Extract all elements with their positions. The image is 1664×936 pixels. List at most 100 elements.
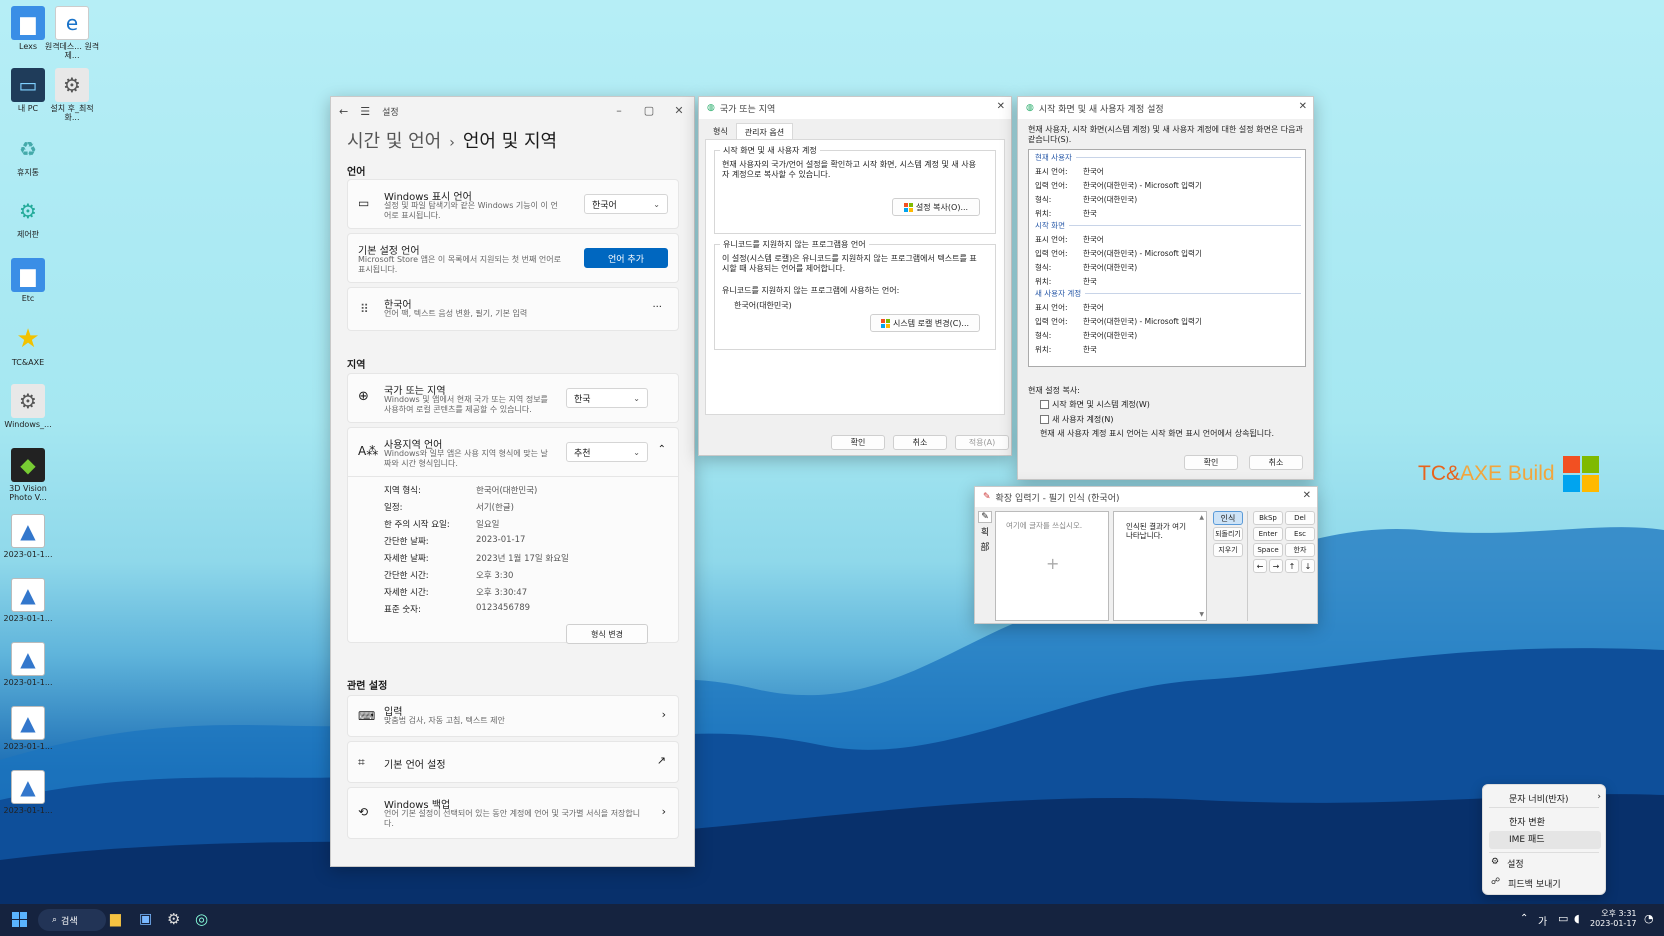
copy-settings-button[interactable]: 설정 복사(O)... [892, 198, 980, 216]
close-icon[interactable]: ✕ [664, 97, 694, 123]
start-button[interactable] [12, 912, 27, 927]
region-cancel-button[interactable]: 취소 [893, 435, 947, 450]
welcome-system-checkbox-row[interactable]: 시작 화면 및 시스템 계정(W) [1040, 399, 1150, 410]
globe-icon: ⊕ [358, 389, 369, 404]
settings-taskbar-icon[interactable]: ⚙ [167, 910, 180, 928]
summary-value: 한국어 [1083, 235, 1104, 244]
summary-key: 표시 언어: [1035, 167, 1068, 176]
hanja-key[interactable]: 한자 [1285, 543, 1315, 557]
region-apply-button[interactable]: 적용(A) [955, 435, 1009, 450]
image-file-icon: ▲ [11, 642, 45, 676]
desktop-icon-file-2[interactable]: ▲ 2023-01-1... [0, 578, 56, 623]
menu-item-hanja[interactable]: 한자 변환 [1509, 815, 1545, 828]
format-value: 오후 3:30 [476, 571, 514, 581]
desktop-icon-file-1[interactable]: ▲ 2023-01-1... [0, 514, 56, 559]
chevron-up-icon[interactable]: ⌃ [658, 444, 666, 455]
menu-item-feedback[interactable]: ☍ 피드백 보내기 [1491, 877, 1561, 890]
menu-item-ime-pad[interactable]: IME 패드 [1489, 831, 1601, 849]
back-arrow-icon[interactable]: ← [339, 105, 348, 118]
regional-format-select[interactable]: 추천 ⌄ [566, 442, 648, 462]
summary-key: 표시 언어: [1035, 235, 1068, 244]
new-user-checkbox-row[interactable]: 새 사용자 계정(N) [1040, 414, 1113, 425]
desktop-icon-file-4[interactable]: ▲ 2023-01-1... [0, 706, 56, 751]
undo-button[interactable]: 되돌리기 [1213, 527, 1243, 541]
inherit-note: 현재 새 사용자 계정 표시 언어는 시작 화면 표시 언어에서 상속됩니다. [1040, 429, 1275, 438]
folder-icon: ▆ [11, 258, 45, 292]
chevron-down-icon: ⌄ [633, 447, 640, 457]
recognize-button[interactable]: 인식 [1213, 511, 1243, 525]
stroke-tab[interactable]: 획 [978, 525, 992, 538]
network-icon[interactable]: ▭ [1558, 912, 1568, 925]
brand-amp: & [1446, 462, 1461, 485]
radical-tab[interactable]: 部 [978, 540, 992, 553]
checkbox[interactable] [1040, 400, 1049, 409]
app-taskbar-icon[interactable]: ◎ [195, 910, 208, 928]
desktop-icon-remote[interactable]: e 원격데스... 원격제... [44, 6, 100, 60]
ime-language-indicator[interactable]: 가 [1538, 913, 1547, 928]
region-ok-button[interactable]: 확인 [831, 435, 885, 450]
input-settings-card[interactable]: ⌨ 입력 맞춤법 검사, 자동 고침, 텍스트 제안 › [347, 695, 679, 737]
handwriting-canvas[interactable]: 여기에 글자를 쓰십시오. + [995, 511, 1109, 621]
desktop-icon-optimize[interactable]: ⚙ 설치 후_최적화... [44, 68, 100, 122]
summary-value: 한국어(대한민국) - Microsoft 입력기 [1083, 181, 1202, 190]
section-region: 지역 [347, 360, 366, 371]
image-viewer-icon[interactable]: ▣ [139, 911, 152, 927]
backspace-key[interactable]: BkSp [1253, 511, 1283, 525]
copy-cancel-button[interactable]: 취소 [1249, 455, 1303, 470]
right-arrow-key[interactable]: → [1269, 559, 1283, 573]
handwriting-tab-icon[interactable]: ✎ [978, 511, 992, 523]
delete-key[interactable]: Del [1285, 511, 1315, 525]
scroll-up-icon[interactable]: ▲ [1199, 514, 1204, 521]
menu-item-settings[interactable]: ⚙ 설정 [1491, 857, 1524, 870]
display-language-select[interactable]: 한국어 ⌄ [584, 194, 668, 214]
desktop-icon-windows-settings[interactable]: ⚙ Windows_... [0, 384, 56, 429]
region-dialog: ◍ 국가 또는 지역 ✕ 형식 관리자 옵션 시작 화면 및 새 사용자 계정 … [698, 96, 1012, 456]
volume-icon[interactable]: ◖ [1574, 912, 1580, 925]
admin-language-card[interactable]: ⌗ 기본 언어 설정 ↗ [347, 741, 679, 783]
close-icon[interactable]: ✕ [1299, 101, 1307, 112]
taskbar-search[interactable]: ⌕ 검색 [38, 909, 106, 931]
close-icon[interactable]: ✕ [997, 101, 1005, 112]
country-select[interactable]: 한국 ⌄ [566, 388, 648, 408]
desktop-icon-file-5[interactable]: ▲ 2023-01-1... [0, 770, 56, 815]
close-icon[interactable]: ✕ [1303, 490, 1311, 501]
drag-handle-icon[interactable]: ⠿ [360, 302, 369, 316]
checkbox[interactable] [1040, 415, 1049, 424]
ime-context-menu: 문자 너비(반자) › 한자 변환 IME 패드 ⚙ 설정 ☍ 피드백 보내기 [1482, 784, 1606, 895]
add-language-button[interactable]: 언어 추가 [584, 248, 668, 268]
more-options-icon[interactable]: ··· [652, 302, 662, 313]
clear-button[interactable]: 지우기 [1213, 543, 1243, 557]
file-explorer-icon[interactable]: ▆ [110, 911, 121, 927]
up-arrow-key[interactable]: ↑ [1285, 559, 1299, 573]
space-key[interactable]: Space [1253, 543, 1283, 557]
breadcrumb-parent[interactable]: 시간 및 언어 [347, 127, 441, 153]
change-format-button[interactable]: 형식 변경 [566, 624, 648, 644]
input-desc: 맞춤법 검사, 자동 고침, 텍스트 제안 [384, 716, 505, 725]
desktop-icon-3d-vision[interactable]: ◆ 3D Vision Photo V... [0, 448, 56, 502]
desktop-icon-control-panel[interactable]: ⚙ 제어판 [0, 194, 56, 240]
summary-key: 형식: [1035, 195, 1052, 204]
change-locale-button[interactable]: 시스템 로캘 변경(C)... [870, 314, 980, 332]
hamburger-menu-icon[interactable]: ☰ [360, 105, 370, 118]
menu-item-char-width[interactable]: 문자 너비(반자) › [1509, 792, 1601, 805]
desktop-icon-etc[interactable]: ▆ Etc [0, 258, 56, 303]
desktop-icon-tcaxe[interactable]: ★ TC&AXE [0, 322, 56, 368]
menu-item-label: 문자 너비(반자) [1509, 795, 1569, 805]
korean-language-card[interactable]: ⠿ 한국어 언어 팩, 텍스트 음성 변환, 필기, 기본 입력 ··· [347, 287, 679, 331]
scroll-down-icon[interactable]: ▼ [1199, 611, 1204, 618]
chevron-up-icon[interactable]: ⌃ [1520, 913, 1528, 924]
desktop-icon-recycle-bin[interactable]: ♻ 휴지통 [0, 132, 56, 178]
maximize-icon[interactable]: ▢ [634, 97, 664, 123]
down-arrow-key[interactable]: ↓ [1301, 559, 1315, 573]
left-arrow-key[interactable]: ← [1253, 559, 1267, 573]
copy-ok-button[interactable]: 확인 [1184, 455, 1238, 470]
enter-key[interactable]: Enter [1253, 527, 1283, 541]
recognition-result-box[interactable]: 인식된 결과가 여기 나타납니다. ▲ ▼ [1113, 511, 1207, 621]
desktop-icon-file-3[interactable]: ▲ 2023-01-1... [0, 642, 56, 687]
escape-key[interactable]: Esc [1285, 527, 1315, 541]
minimize-icon[interactable]: – [604, 97, 634, 123]
clock[interactable]: 오후 3:31 2023-01-17 [1590, 909, 1637, 929]
backup-card[interactable]: ⟲ Windows 백업 언어 기본 설정이 선택되어 있는 동안 계정에 언어… [347, 787, 679, 839]
notification-icon[interactable]: ◔ [1644, 912, 1654, 925]
admin-language-title: 기본 언어 설정 [384, 760, 446, 771]
